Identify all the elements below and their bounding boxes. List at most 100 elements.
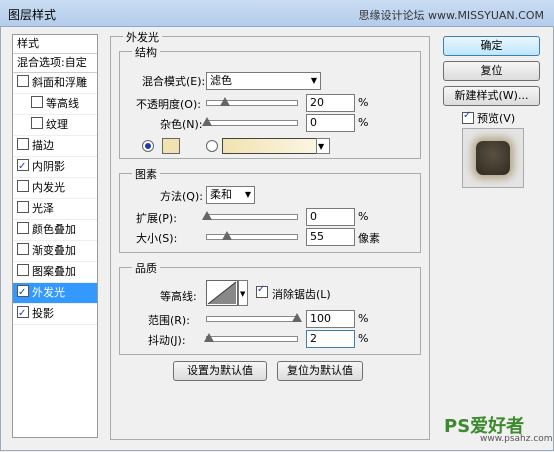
contour-picker[interactable] (206, 280, 238, 306)
outer-glow-title: 外发光 (123, 29, 162, 45)
style-item-checkbox[interactable] (17, 222, 29, 234)
jitter-label: 抖动(J): (148, 334, 186, 347)
elements-group: 图素 方法(Q): 柔和 ▼ 扩展(P): 0 % 大小(S): 55 像素 (119, 166, 421, 253)
style-item-checkbox[interactable] (17, 201, 29, 213)
style-item-checkbox[interactable] (17, 180, 29, 192)
solid-color-radio[interactable] (142, 140, 154, 152)
preview-checkbox[interactable] (462, 110, 474, 124)
size-input[interactable]: 55 (306, 228, 355, 246)
style-item[interactable]: 等高线 (13, 94, 97, 115)
noise-slider[interactable] (202, 117, 298, 126)
jitter-slider[interactable] (203, 333, 298, 342)
styles-header[interactable]: 样式 (13, 35, 97, 54)
blend-mode-label: 混合模式(E): (142, 75, 206, 88)
style-item[interactable]: 斜面和浮雕 (13, 73, 97, 94)
jitter-input[interactable]: 2 (306, 330, 355, 348)
antialias-checkbox[interactable] (256, 284, 268, 298)
style-item[interactable]: 纹理 (13, 115, 97, 136)
style-item[interactable]: 渐变叠加 (13, 241, 97, 262)
gradient-dropdown[interactable]: ▼ (316, 138, 330, 154)
style-item-checkbox[interactable] (17, 264, 29, 276)
style-item-checkbox[interactable] (31, 117, 43, 129)
style-item-label: 投影 (32, 307, 54, 320)
glow-gradient-box[interactable] (222, 138, 318, 154)
style-preview (462, 128, 524, 188)
reset-button[interactable]: 复位 (443, 61, 540, 81)
structure-group: 结构 混合模式(E): 滤色 ▼ 不透明度(O): 20 % 杂色(N): 0 … (119, 44, 421, 159)
size-slider-thumb[interactable] (221, 231, 232, 240)
style-item[interactable]: 投影 (13, 304, 97, 325)
style-item-checkbox[interactable] (17, 75, 29, 87)
style-item-label: 内发光 (32, 181, 65, 194)
style-item-label: 光泽 (32, 202, 54, 215)
chevron-down-icon: ▼ (310, 76, 317, 85)
range-label: 范围(R): (148, 314, 190, 327)
styles-list: 样式 混合选项:自定 斜面和浮雕等高线纹理描边内阴影内发光光泽颜色叠加渐变叠加图… (12, 34, 98, 438)
opacity-label: 不透明度(O): (136, 98, 201, 111)
ok-button[interactable]: 确定 (443, 36, 540, 56)
structure-title: 结构 (132, 44, 160, 60)
spread-slider-thumb[interactable] (202, 211, 212, 220)
contour-label: 等高线: (160, 290, 197, 303)
method-label: 方法(Q): (160, 190, 203, 203)
opacity-slider-thumb[interactable] (220, 97, 230, 106)
style-items: 斜面和浮雕等高线纹理描边内阴影内发光光泽颜色叠加渐变叠加图案叠加外发光投影 (13, 73, 97, 325)
noise-unit: % (358, 116, 369, 129)
preview-label: 预览(V) (477, 112, 516, 125)
contour-curve-icon (207, 281, 237, 305)
noise-slider-thumb[interactable] (202, 117, 212, 126)
style-item-checkbox[interactable] (17, 304, 29, 324)
quality-title: 品质 (132, 260, 160, 276)
opacity-slider[interactable] (206, 97, 298, 106)
outer-glow-group: 外发光 结构 混合模式(E): 滤色 ▼ 不透明度(O): 20 % 杂色(N)… (110, 29, 430, 440)
chevron-down-icon: ▼ (318, 142, 325, 151)
spread-input[interactable]: 0 (306, 208, 355, 226)
style-item-label: 内阴影 (32, 160, 65, 173)
reset-default-button[interactable]: 复位为默认值 (277, 361, 363, 381)
spread-label: 扩展(P): (136, 212, 177, 225)
style-item[interactable]: 颜色叠加 (13, 220, 97, 241)
blend-mode-select[interactable]: 滤色 ▼ (206, 72, 321, 90)
style-item-label: 斜面和浮雕 (32, 76, 87, 89)
style-item-checkbox[interactable] (31, 96, 43, 108)
title-bar: 图层样式 思缘设计论坛 www.MISSYUAN.COM (0, 0, 554, 27)
style-item-checkbox[interactable] (17, 138, 29, 150)
style-item-label: 纹理 (46, 118, 68, 131)
opacity-unit: % (358, 96, 369, 109)
style-item[interactable]: 内发光 (13, 178, 97, 199)
method-value: 柔和 (210, 188, 232, 201)
style-item[interactable]: 光泽 (13, 199, 97, 220)
style-item-label: 颜色叠加 (32, 223, 76, 236)
gradient-radio[interactable] (206, 140, 218, 152)
range-slider-thumb[interactable] (292, 313, 302, 322)
method-select[interactable]: 柔和 ▼ (206, 186, 255, 204)
elements-title: 图素 (132, 166, 160, 182)
new-style-button[interactable]: 新建样式(W)... (443, 86, 540, 106)
range-unit: % (358, 312, 369, 325)
style-item-checkbox[interactable] (17, 157, 29, 177)
jitter-slider-thumb[interactable] (203, 333, 214, 342)
style-item[interactable]: 内阴影 (13, 157, 97, 178)
size-label: 大小(S): (136, 232, 178, 245)
style-item[interactable]: 外发光 (13, 283, 97, 304)
style-item-label: 渐变叠加 (32, 244, 76, 257)
blend-options-item[interactable]: 混合选项:自定 (13, 54, 97, 73)
window-title: 图层样式 (8, 8, 57, 22)
glow-color-swatch[interactable] (162, 138, 180, 154)
opacity-input[interactable]: 20 (306, 94, 355, 112)
size-unit: 像素 (358, 232, 380, 245)
style-item-checkbox[interactable] (17, 243, 29, 255)
style-item-checkbox[interactable] (17, 283, 29, 303)
style-item-label: 等高线 (46, 97, 79, 110)
range-input[interactable]: 100 (306, 310, 355, 328)
style-item[interactable]: 图案叠加 (13, 262, 97, 283)
spread-slider[interactable] (202, 211, 298, 220)
jitter-unit: % (358, 332, 369, 345)
noise-input[interactable]: 0 (306, 114, 355, 132)
set-default-button[interactable]: 设置为默认值 (173, 361, 267, 381)
style-item-label: 图案叠加 (32, 265, 76, 278)
contour-dropdown[interactable]: ▼ (238, 280, 248, 306)
size-slider[interactable] (206, 231, 298, 240)
style-item[interactable]: 描边 (13, 136, 97, 157)
range-slider[interactable] (206, 313, 302, 322)
